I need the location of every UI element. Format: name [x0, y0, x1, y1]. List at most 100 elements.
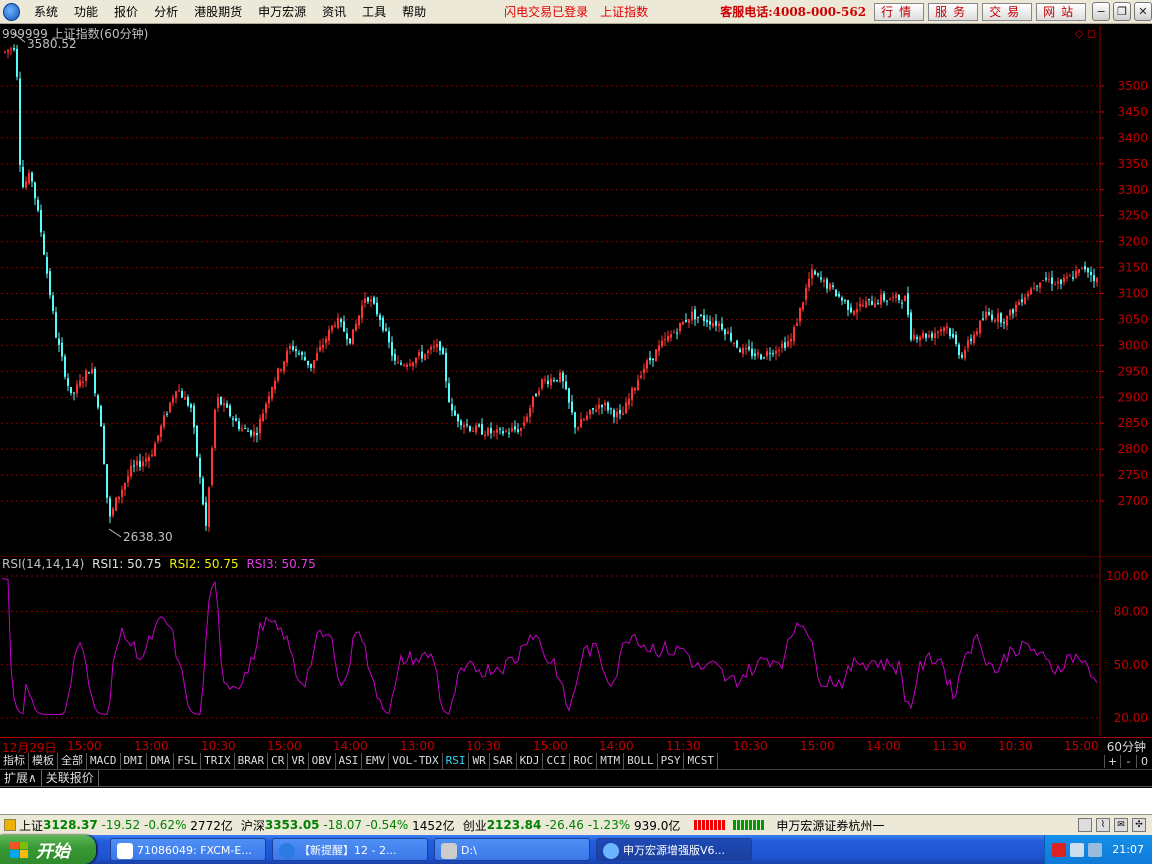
market-button[interactable]: 行情: [874, 2, 925, 21]
candle-down: [838, 293, 840, 297]
time-label: 10:30: [733, 739, 768, 753]
menu-function[interactable]: 功能: [66, 3, 106, 20]
tab-cci[interactable]: CCI: [543, 753, 571, 769]
start-button[interactable]: 开始: [0, 835, 96, 864]
chart-corner-icons[interactable]: ◇ ◻: [1075, 27, 1096, 40]
tab-psy[interactable]: PSY: [658, 753, 685, 769]
tab-indicator[interactable]: 指标: [0, 753, 29, 769]
candle-down: [190, 404, 192, 408]
tab-vr[interactable]: VR: [288, 753, 309, 769]
candle-down: [394, 353, 396, 361]
tab-emv[interactable]: EMV: [362, 753, 390, 769]
candle-up: [184, 397, 186, 400]
candle-down: [886, 300, 888, 302]
red-flag-icon[interactable]: [1052, 842, 1067, 857]
mail-icon[interactable]: ✉: [1114, 818, 1128, 832]
tab-macd[interactable]: MACD: [87, 753, 121, 769]
tab-boll[interactable]: BOLL: [624, 753, 658, 769]
reset-button[interactable]: 0: [1136, 754, 1152, 768]
candle-up: [436, 343, 438, 348]
menu-help[interactable]: 帮助: [394, 3, 434, 20]
service-button[interactable]: 服务: [928, 2, 979, 21]
tab-kdj[interactable]: KDJ: [517, 753, 544, 769]
status-icons: ⌇ ✉ ✣: [1078, 818, 1146, 832]
network-icon[interactable]: [1070, 842, 1085, 857]
tab-cr[interactable]: CR: [268, 753, 289, 769]
candle-down: [100, 405, 102, 427]
trade-button[interactable]: 交易: [982, 2, 1033, 21]
tab-trix[interactable]: TRIX: [201, 753, 235, 769]
candle-down: [649, 357, 651, 361]
rsi-panel[interactable]: 100.00 80.00 50.00 20.00 RSI(14,14,14) RSI1…: [0, 555, 1152, 736]
candle-up: [148, 457, 150, 462]
tab-extension[interactable]: 扩展∧: [0, 770, 42, 786]
tab-template[interactable]: 模板: [29, 753, 58, 769]
start-label: 开始: [36, 842, 70, 862]
candle-up: [628, 398, 630, 405]
minimize-icon[interactable]: −: [1092, 2, 1111, 21]
candle-up: [79, 380, 81, 387]
tab-roc[interactable]: ROC: [570, 753, 598, 769]
menu-swhy[interactable]: 申万宏源: [250, 3, 314, 20]
menu-info[interactable]: 资讯: [314, 3, 354, 20]
candle-down: [400, 362, 402, 365]
candle-down: [220, 396, 222, 405]
candle-up: [160, 425, 162, 437]
candle-down: [925, 333, 927, 338]
tab-related-quotes[interactable]: 关联报价: [42, 770, 99, 786]
tab-rsi[interactable]: RSI: [443, 753, 470, 769]
window-icon[interactable]: [1078, 818, 1092, 832]
candle-up: [682, 321, 684, 325]
zoom-out-button[interactable]: -: [1120, 754, 1136, 768]
zoom-in-button[interactable]: +: [1104, 754, 1120, 768]
candle-down: [1090, 271, 1092, 276]
candle-up: [796, 323, 798, 326]
tab-obv[interactable]: OBV: [309, 753, 336, 769]
close-icon[interactable]: ✕: [1134, 2, 1152, 21]
sh-value: 3128.37: [43, 818, 98, 832]
candle-up: [946, 326, 948, 329]
tab-dmi[interactable]: DMI: [121, 753, 148, 769]
signal-icon[interactable]: ⌇: [1096, 818, 1110, 832]
tab-asi[interactable]: ASI: [336, 753, 363, 769]
time-label: 14:00: [599, 739, 634, 753]
tab-fsl[interactable]: FSL: [174, 753, 202, 769]
task-trading-app[interactable]: 申万宏源增强版V6...: [596, 838, 752, 861]
app-logo-icon[interactable]: [3, 2, 21, 21]
menu-tools[interactable]: 工具: [354, 3, 394, 20]
kline-chart[interactable]: 3500 3450 3400 3350 3300 3250 3200 3150 3100 3050…: [0, 25, 1152, 556]
candle-up: [412, 362, 414, 367]
candle-up: [544, 379, 546, 381]
settings-icon[interactable]: ✣: [1132, 818, 1146, 832]
tab-mcst[interactable]: MCST: [684, 753, 718, 769]
menu-hk-futures[interactable]: 港股期货: [186, 3, 250, 20]
tab-wr[interactable]: WR: [469, 753, 490, 769]
task-browser[interactable]: 【新提醒】12 - 2...: [272, 838, 428, 861]
task-explorer[interactable]: D:\: [434, 838, 590, 861]
restore-icon[interactable]: ❐: [1113, 2, 1132, 21]
candle-up: [169, 402, 171, 413]
tab-sar[interactable]: SAR: [490, 753, 517, 769]
menu-system[interactable]: 系统: [26, 3, 66, 20]
tab-brar[interactable]: BRAR: [235, 753, 269, 769]
candle-up: [1057, 281, 1059, 284]
volume-icon[interactable]: [1088, 842, 1103, 857]
lock-icon[interactable]: [4, 819, 16, 831]
tab-vol-tdx[interactable]: VOL-TDX: [389, 753, 443, 769]
menu-quote[interactable]: 报价: [106, 3, 146, 20]
time-axis: 12月29日 15:00 13:00 10:30 15:00 14:00 13:…: [0, 737, 1152, 755]
kline-chart-panel[interactable]: 3500 3450 3400 3350 3300 3250 3200 3150 3100 3050…: [0, 25, 1152, 556]
task-fxcm[interactable]: 71086049: FXCM-E...: [110, 838, 266, 861]
candle-up: [142, 461, 144, 467]
tab-mtm[interactable]: MTM: [597, 753, 625, 769]
candle-down: [652, 358, 654, 361]
tab-dma[interactable]: DMA: [147, 753, 175, 769]
candle-up: [853, 310, 855, 315]
candle-up: [589, 409, 591, 415]
tab-all[interactable]: 全部: [58, 753, 87, 769]
website-button[interactable]: 网站: [1036, 2, 1087, 21]
menu-analysis[interactable]: 分析: [146, 3, 186, 20]
rsi-chart[interactable]: 100.00 80.00 50.00 20.00: [0, 555, 1152, 736]
candle-down: [499, 428, 501, 430]
price-tick-label: 2700: [1117, 494, 1148, 508]
